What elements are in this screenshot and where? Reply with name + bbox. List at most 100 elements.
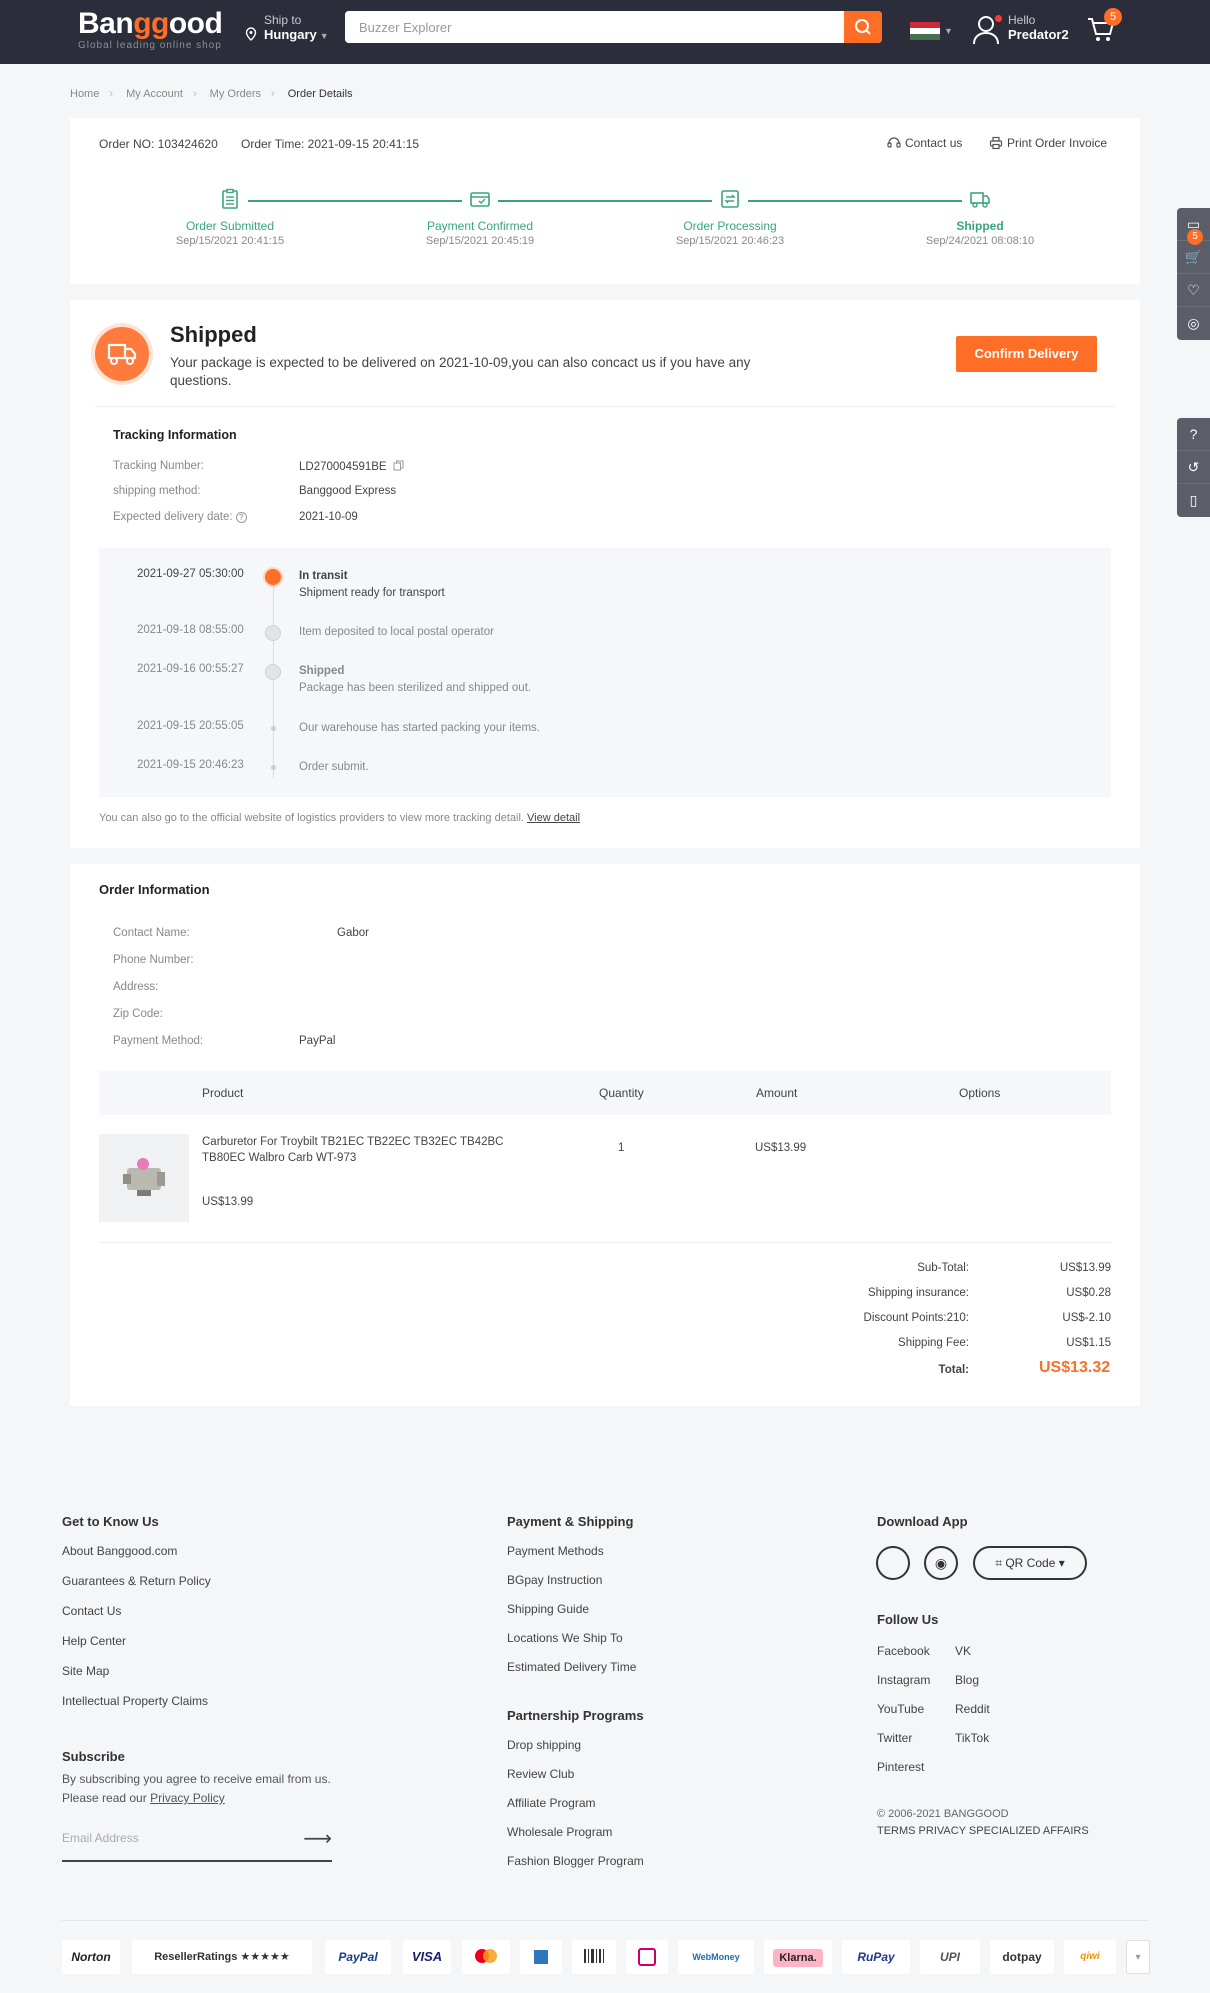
top-header: Banggood Global leading online shop Ship… [0,0,1210,64]
footer-link[interactable]: Affiliate Program [507,1795,644,1824]
ship-to-selector[interactable]: Ship to Hungary ▼ [244,13,329,42]
vk-link[interactable]: VK [955,1643,990,1672]
banggood-logo[interactable]: Banggood Global leading online shop [78,7,223,51]
search-input[interactable] [345,11,825,43]
footer-col-about: Get to Know Us About Banggood.com Guaran… [62,1514,211,1723]
logistics-note: You can also go to the official website … [99,812,581,824]
footer-link[interactable]: Fashion Blogger Program [507,1853,644,1882]
col-options: Options [959,1086,1001,1100]
more-payments-toggle[interactable]: ▾ [1126,1940,1150,1974]
shipped-icon [265,664,281,680]
subscribe-title: Subscribe [62,1749,125,1764]
contact-name-value: Gabor [337,927,369,939]
help-icon[interactable]: ? [1177,418,1210,451]
footer-link[interactable]: Help Center [62,1633,211,1663]
privacy-policy-link[interactable]: Privacy Policy [150,1791,225,1805]
android-icon[interactable]: ◉ [924,1546,958,1580]
footer-col-payment: Payment & Shipping Payment Methods BGpay… [507,1514,636,1688]
step-date: Sep/24/2021 08:08:10 [925,235,1035,247]
download-app-title: Download App [877,1514,968,1543]
message-icon[interactable]: ◎ [1177,307,1210,340]
breadcrumb-my-orders[interactable]: My Orders [210,88,261,100]
youtube-link[interactable]: YouTube [877,1701,930,1730]
clipboard-icon [222,188,238,209]
breadcrumb-my-account[interactable]: My Account [126,88,183,100]
instagram-link[interactable]: Instagram [877,1672,930,1701]
confirm-delivery-button[interactable]: Confirm Delivery [956,336,1097,372]
footer-link[interactable]: Guarantees & Return Policy [62,1573,211,1603]
ship-to-label: Ship to [264,13,302,27]
footer-link[interactable]: Payment Methods [507,1543,636,1572]
footer-link[interactable]: Contact Us [62,1603,211,1633]
view-detail-link[interactable]: View detail [527,812,580,824]
footer-link[interactable]: Intellectual Property Claims [62,1693,211,1723]
footer-link[interactable]: Site Map [62,1663,211,1693]
visa-badge: VISA [403,1940,451,1974]
box-icon [721,190,739,208]
legal-links[interactable]: TERMS PRIVACY SPECIALIZED AFFAIRS [877,1825,1089,1837]
email-subscribe-field: ⟶ [62,1818,332,1862]
event-time: 2021-09-15 20:55:05 [137,720,244,732]
follow-links-right: VK Blog Reddit TikTok [955,1643,990,1759]
footer-link[interactable]: Drop shipping [507,1737,644,1766]
contact-name-label: Contact Name: [113,927,190,939]
user-account[interactable]: Hello Predator2 [972,13,1069,45]
step-payment-confirmed: Payment Confirmed Sep/15/2021 20:45:19 [400,188,560,247]
shipped-status-icon [95,327,149,381]
search-icon [855,19,871,35]
email-input[interactable] [62,1818,282,1858]
qiwi-badge: qiwi [1064,1940,1116,1974]
footer-col-partnership: Partnership Programs Drop shipping Revie… [507,1708,644,1882]
product-quantity: 1 [618,1142,625,1154]
apple-icon[interactable] [876,1546,910,1580]
blog-link[interactable]: Blog [955,1672,990,1701]
footer-link[interactable]: Locations We Ship To [507,1630,636,1659]
footer-link[interactable]: Estimated Delivery Time [507,1659,636,1688]
order-number: Order NO: 103424620 [99,137,218,151]
arrow-right-icon[interactable]: ⟶ [303,1826,332,1851]
search-button[interactable] [844,11,882,43]
product-name[interactable]: Carburetor For Troybilt TB21EC TB22EC TB… [202,1134,512,1166]
copy-icon[interactable] [393,460,404,471]
footer-link[interactable]: Shipping Guide [507,1601,636,1630]
print-invoice-link[interactable]: Print Order Invoice [989,136,1107,150]
product-row: Carburetor For Troybilt TB21EC TB22EC TB… [99,1134,1111,1234]
side-cart-icon[interactable]: 5 🛒 [1177,229,1210,274]
hungary-flag-icon[interactable] [910,22,940,40]
feedback-icon[interactable]: ↺ [1177,451,1210,484]
cart-button[interactable]: 5 [1086,8,1122,47]
twitter-link[interactable]: Twitter [877,1730,930,1759]
dotpay-badge: dotpay [990,1940,1054,1974]
headset-icon [887,137,901,148]
address-label: Address: [113,981,159,993]
footer-col-title: Get to Know Us [62,1514,159,1529]
shipment-card: Shipped Your package is expected to be d… [70,300,1140,848]
qr-code-button[interactable]: ⌗ QR Code ▾ [973,1546,1087,1580]
shipping-method-value: Banggood Express [299,485,397,497]
wishlist-icon[interactable]: ♡ [1177,274,1210,307]
reddit-link[interactable]: Reddit [955,1701,990,1730]
contact-us-link[interactable]: Contact us [887,136,962,150]
help-icon[interactable]: ? [235,512,247,523]
copyright: © 2006-2021 BANGGOOD [877,1808,1009,1820]
facebook-link[interactable]: Facebook [877,1643,930,1672]
footer-link[interactable]: Wholesale Program [507,1824,644,1853]
product-table-header: Product Quantity Amount Options [99,1071,1111,1115]
zip-label: Zip Code: [113,1008,163,1020]
pinterest-link[interactable]: Pinterest [877,1759,930,1788]
tiktok-link[interactable]: TikTok [955,1730,990,1759]
mobile-icon[interactable]: ▯ [1177,484,1210,517]
payment-method-value: PayPal [299,1035,336,1047]
payment-method-label: Payment Method: [113,1035,204,1047]
expected-delivery-value: 2021-10-09 [299,511,358,523]
truck-icon [970,192,990,208]
product-image[interactable] [99,1134,189,1222]
tracking-number-value: LD270004591BE [299,460,404,473]
footer-link[interactable]: Review Club [507,1766,644,1795]
footer-link[interactable]: About Banggood.com [62,1543,211,1573]
col-product: Product [202,1086,244,1100]
breadcrumb-home[interactable]: Home [70,88,99,100]
footer-link[interactable]: BGpay Instruction [507,1572,636,1601]
side-toolbar-bottom: ? ↺ ▯ [1177,418,1210,517]
divider [99,1242,1111,1243]
